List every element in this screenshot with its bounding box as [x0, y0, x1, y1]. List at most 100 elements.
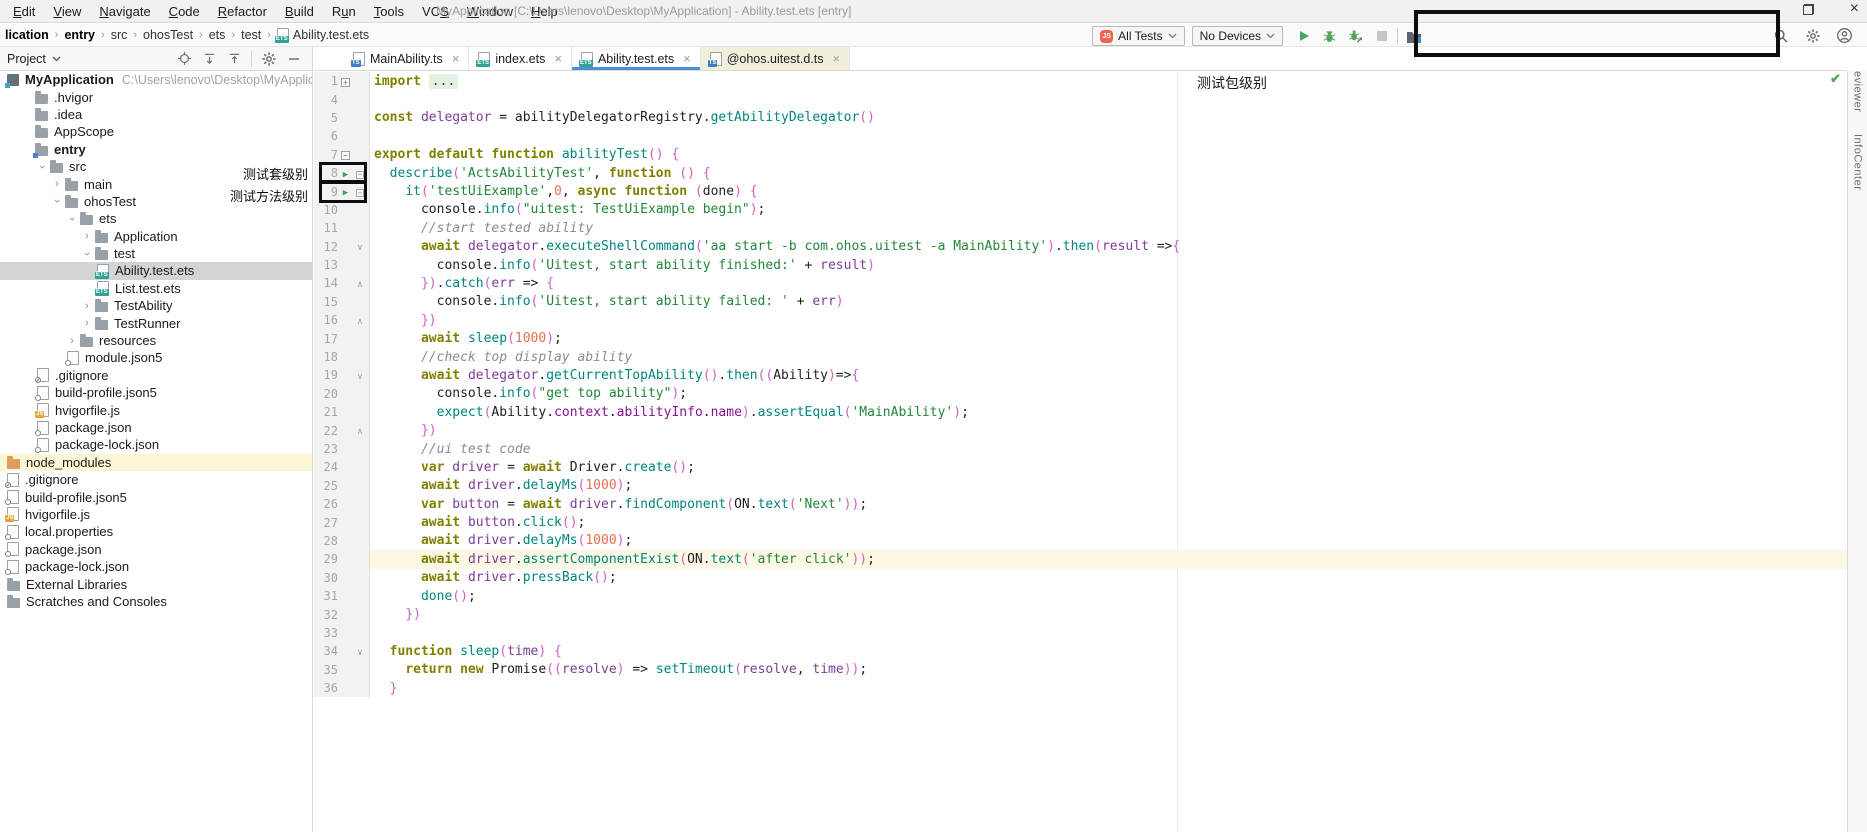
fold-collapse-icon[interactable]: −: [356, 189, 364, 197]
close-tab-icon[interactable]: ×: [832, 51, 840, 66]
chevron-collapsed-icon[interactable]: ›: [79, 318, 95, 328]
line-number[interactable]: 4: [314, 93, 338, 107]
line-number[interactable]: 14: [314, 276, 338, 290]
play-icon[interactable]: [1295, 28, 1312, 45]
line-number[interactable]: 35: [314, 663, 338, 677]
code-line-1[interactable]: 1+import ...: [314, 72, 1847, 90]
run-configuration-select[interactable]: JS All Tests: [1092, 26, 1184, 46]
tree-item-External-Libraries[interactable]: External Libraries: [0, 575, 312, 592]
breadcrumb-item[interactable]: entry: [61, 27, 98, 43]
tree-item-List.test.ets[interactable]: ETSList.test.ets: [0, 280, 312, 297]
fold-end-icon[interactable]: ∧: [357, 427, 362, 437]
code-line-23[interactable]: 23 //ui test code: [314, 440, 1847, 458]
fold-collapse-icon[interactable]: −: [356, 171, 364, 179]
menu-refactor[interactable]: Refactor: [209, 2, 276, 21]
code-line-36[interactable]: 36 }: [314, 679, 1847, 697]
code-line-27[interactable]: 27 await button.click();: [314, 513, 1847, 531]
tree-item-Scratches-and-Consoles[interactable]: Scratches and Consoles: [0, 593, 312, 610]
code-line-32[interactable]: 32 }): [314, 605, 1847, 623]
close-tab-icon[interactable]: ×: [452, 51, 460, 66]
code-line-22[interactable]: 22∧ }): [314, 421, 1847, 439]
code-line-20[interactable]: 20 console.info("get top ability");: [314, 385, 1847, 403]
hide-icon[interactable]: [285, 50, 302, 67]
code-line-6[interactable]: 6: [314, 127, 1847, 145]
run-test-button[interactable]: ▶: [343, 188, 348, 198]
chevron-expanded-icon[interactable]: ›: [52, 193, 62, 209]
tree-item-.idea[interactable]: .idea: [0, 106, 312, 123]
fold-start-icon[interactable]: ∨: [357, 372, 362, 382]
chevron-collapsed-icon[interactable]: ›: [79, 231, 95, 241]
breadcrumb-item[interactable]: ohosTest: [140, 27, 196, 43]
device-file-browser-icon[interactable]: [1405, 28, 1422, 45]
tree-item-AppScope[interactable]: AppScope: [0, 123, 312, 140]
tree-item-module.json5[interactable]: module.json5: [0, 349, 312, 366]
tab-@ohos.uitest.d.ts[interactable]: TS@ohos.uitest.d.ts×: [701, 47, 850, 70]
breadcrumb-item[interactable]: test: [238, 27, 264, 43]
chevron-expanded-icon[interactable]: ›: [37, 159, 47, 175]
fold-start-icon[interactable]: ∨: [357, 648, 362, 658]
debug-attach-icon[interactable]: [1347, 28, 1364, 45]
device-select[interactable]: No Devices: [1192, 26, 1283, 46]
line-number[interactable]: 31: [314, 589, 338, 603]
line-number[interactable]: 32: [314, 608, 338, 622]
code-line-17[interactable]: 17 await sleep(1000);: [314, 329, 1847, 347]
code-line-14[interactable]: 14∧ }).catch(err => {: [314, 274, 1847, 292]
tree-item-package-lock.json[interactable]: package-lock.json: [0, 558, 312, 575]
code-line-33[interactable]: 33: [314, 624, 1847, 642]
fold-collapse-icon[interactable]: −: [341, 151, 350, 160]
breadcrumb-item[interactable]: ETSAbility.test.ets: [274, 27, 372, 43]
line-number[interactable]: 33: [314, 626, 338, 640]
tree-item-TestRunner[interactable]: ›TestRunner: [0, 314, 312, 331]
chevron-expanded-icon[interactable]: ›: [82, 246, 92, 262]
fold-start-icon[interactable]: ∨: [357, 243, 362, 253]
chevron-expanded-icon[interactable]: ›: [67, 211, 77, 227]
line-number[interactable]: 36: [314, 681, 338, 695]
line-number[interactable]: 8: [314, 166, 338, 180]
line-number[interactable]: 6: [314, 129, 338, 143]
code-line-25[interactable]: 25 await driver.delayMs(1000);: [314, 477, 1847, 495]
line-number[interactable]: 23: [314, 442, 338, 456]
code-line-12[interactable]: 12∨ await delegator.executeShellCommand(…: [314, 238, 1847, 256]
code-line-7[interactable]: 7−export default function abilityTest() …: [314, 146, 1847, 164]
line-number[interactable]: 21: [314, 405, 338, 419]
line-number[interactable]: 27: [314, 516, 338, 530]
menu-edit[interactable]: Edit: [4, 2, 44, 21]
breadcrumb-item[interactable]: src: [108, 27, 131, 43]
line-number[interactable]: 1: [314, 74, 338, 88]
line-number[interactable]: 15: [314, 295, 338, 309]
tree-item-local.properties[interactable]: local.properties: [0, 523, 312, 540]
restore-window-button[interactable]: [1803, 4, 1814, 15]
line-number[interactable]: 11: [314, 221, 338, 235]
code-line-21[interactable]: 21 expect(Ability.context.abilityInfo.na…: [314, 403, 1847, 421]
tree-item-package.json[interactable]: package.json: [0, 541, 312, 558]
tree-item-entry[interactable]: entry: [0, 141, 312, 158]
code-line-19[interactable]: 19∨ await delegator.getCurrentTopAbility…: [314, 366, 1847, 384]
tab-index.ets[interactable]: ETSindex.ets×: [469, 47, 572, 70]
code-line-34[interactable]: 34∨ function sleep(time) {: [314, 642, 1847, 660]
account-icon[interactable]: [1836, 27, 1853, 44]
settings-icon[interactable]: [1804, 27, 1821, 44]
debug-icon[interactable]: [1321, 28, 1338, 45]
code-line-30[interactable]: 30 await driver.pressBack();: [314, 569, 1847, 587]
tree-item-.hvigor[interactable]: .hvigor: [0, 88, 312, 105]
line-number[interactable]: 24: [314, 460, 338, 474]
tree-item-package.json[interactable]: package.json: [0, 419, 312, 436]
line-number[interactable]: 25: [314, 479, 338, 493]
tree-item-.gitignore[interactable]: .gitignore: [0, 367, 312, 384]
chevron-collapsed-icon[interactable]: ›: [49, 179, 65, 189]
tree-item-resources[interactable]: ›resources: [0, 332, 312, 349]
line-number[interactable]: 7: [314, 148, 338, 162]
menu-run[interactable]: Run: [323, 2, 365, 21]
tab-Ability.test.ets[interactable]: ETSAbility.test.ets×: [572, 47, 701, 70]
code-line-8[interactable]: 8▶− describe('ActsAbilityTest', function…: [314, 164, 1847, 182]
settings-icon[interactable]: [260, 50, 277, 67]
chevron-down-icon[interactable]: [52, 56, 61, 62]
line-number[interactable]: 5: [314, 111, 338, 125]
stop-icon[interactable]: [1373, 28, 1390, 45]
close-tab-icon[interactable]: ×: [554, 51, 562, 66]
project-panel-title[interactable]: Project: [7, 52, 46, 66]
code-line-18[interactable]: 18 //check top display ability: [314, 348, 1847, 366]
tree-item-MyApplication[interactable]: MyApplicationC:\Users\lenovo\Desktop\MyA…: [0, 71, 312, 88]
code-line-10[interactable]: 10 console.info("uitest: TestUiExample b…: [314, 201, 1847, 219]
code-line-15[interactable]: 15 console.info('Uitest, start ability f…: [314, 293, 1847, 311]
